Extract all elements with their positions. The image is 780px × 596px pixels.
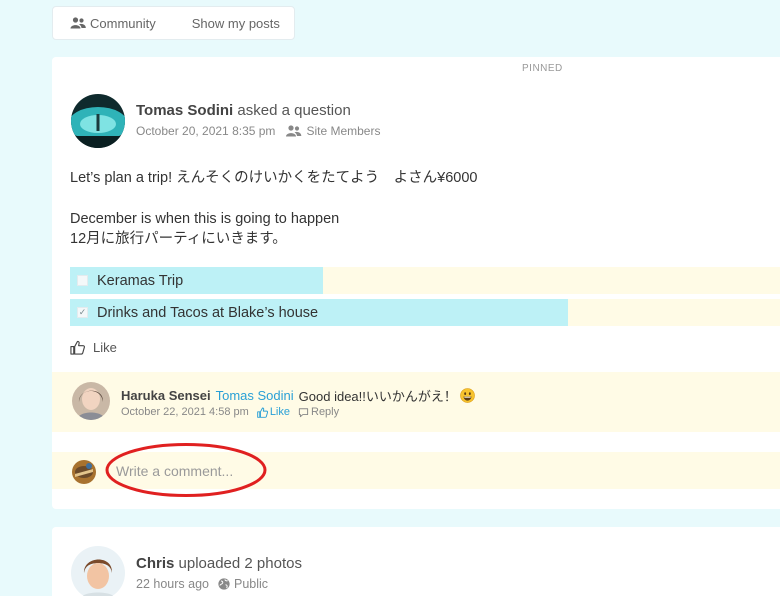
members-icon	[286, 125, 302, 137]
post-card: Chris uploaded 2 photos 22 hours ago Pub…	[52, 527, 780, 596]
smiley-emoji-icon	[460, 388, 475, 403]
filter-my-posts-label: Show my posts	[191, 15, 280, 31]
poll-option[interactable]: Keramas Trip	[70, 267, 780, 294]
filter-community[interactable]: Community	[70, 16, 156, 31]
post-action: asked a question	[237, 102, 351, 119]
post-date[interactable]: October 20, 2021 8:35 pm	[136, 124, 275, 138]
post-audience-label: Site Members	[306, 124, 381, 138]
comment-text-line: Haruka Sensei Tomas Sodini Good idea!!いい…	[121, 386, 475, 405]
comment-meta: October 22, 2021 4:58 pm Like Reply	[121, 406, 339, 418]
reply-bubble-icon	[298, 407, 309, 417]
people-icon	[70, 17, 86, 29]
thumbs-up-icon	[70, 340, 85, 355]
comment-like-label: Like	[269, 406, 290, 418]
post-audience: Public	[218, 577, 268, 591]
post-audience: Site Members	[285, 124, 380, 138]
comment-input[interactable]	[108, 456, 780, 485]
author-avatar[interactable]	[71, 94, 125, 148]
comment-text: Good idea!!いいかんがえ！	[298, 389, 457, 404]
poll-option-label: Keramas Trip	[97, 272, 184, 289]
post-author-line: Chris uploaded 2 photos	[136, 555, 302, 572]
poll-option[interactable]: ✓ Drinks and Tacos at Blake’s house	[70, 299, 780, 326]
post-time[interactable]: 22 hours ago	[136, 577, 209, 591]
post-meta: October 20, 2021 8:35 pm Site Members	[136, 124, 380, 138]
comment-composer	[52, 452, 780, 489]
post-body-line: Let’s plan a trip! えんそくのけいかくをたてよう よさん¥60…	[70, 170, 478, 186]
current-user-avatar	[72, 460, 96, 484]
post-action: uploaded 2 photos	[178, 555, 302, 572]
comment-date[interactable]: October 22, 2021 4:58 pm	[121, 406, 249, 418]
thumbs-up-icon	[257, 407, 268, 418]
pinned-post-card: PINNED Tomas Sodini asked a question Oct…	[52, 57, 780, 509]
comment-author[interactable]: Haruka Sensei	[121, 388, 211, 403]
comment-mention[interactable]: Tomas Sodini	[216, 388, 294, 403]
filter-community-label: Community	[90, 15, 156, 31]
author-avatar[interactable]	[71, 546, 125, 596]
post-author-line: Tomas Sodini asked a question	[136, 102, 351, 119]
pinned-badge: PINNED	[522, 63, 563, 74]
post-meta: 22 hours ago Public	[136, 577, 268, 591]
filter-my-posts[interactable]: Show my posts	[192, 16, 280, 31]
post-author-name[interactable]: Tomas Sodini	[136, 102, 233, 119]
comment-reply-button[interactable]: Reply	[298, 406, 339, 418]
like-button-label: Like	[93, 340, 117, 355]
like-button[interactable]: Like	[70, 340, 117, 355]
comment-item: Haruka Sensei Tomas Sodini Good idea!!いい…	[52, 372, 780, 432]
post-body: Let’s plan a trip! えんそくのけいかくをたてよう よさん¥60…	[70, 168, 477, 249]
commenter-avatar[interactable]	[72, 382, 110, 420]
comment-reply-label: Reply	[311, 406, 340, 418]
poll-checkbox[interactable]: ✓	[77, 307, 88, 318]
post-body-line: 12月に旅行パーティにいきます。	[70, 231, 287, 247]
poll-option-label: Drinks and Tacos at Blake’s house	[97, 304, 319, 321]
globe-icon	[218, 578, 230, 590]
feed-filter-bar: Community Show my posts	[52, 6, 295, 40]
comment-like-button[interactable]: Like	[257, 406, 290, 418]
poll-checkbox[interactable]	[77, 275, 88, 286]
post-author-name[interactable]: Chris	[136, 555, 174, 572]
post-body-line: December is when this is going to happen	[70, 211, 340, 227]
post-audience-label: Public	[233, 577, 269, 591]
